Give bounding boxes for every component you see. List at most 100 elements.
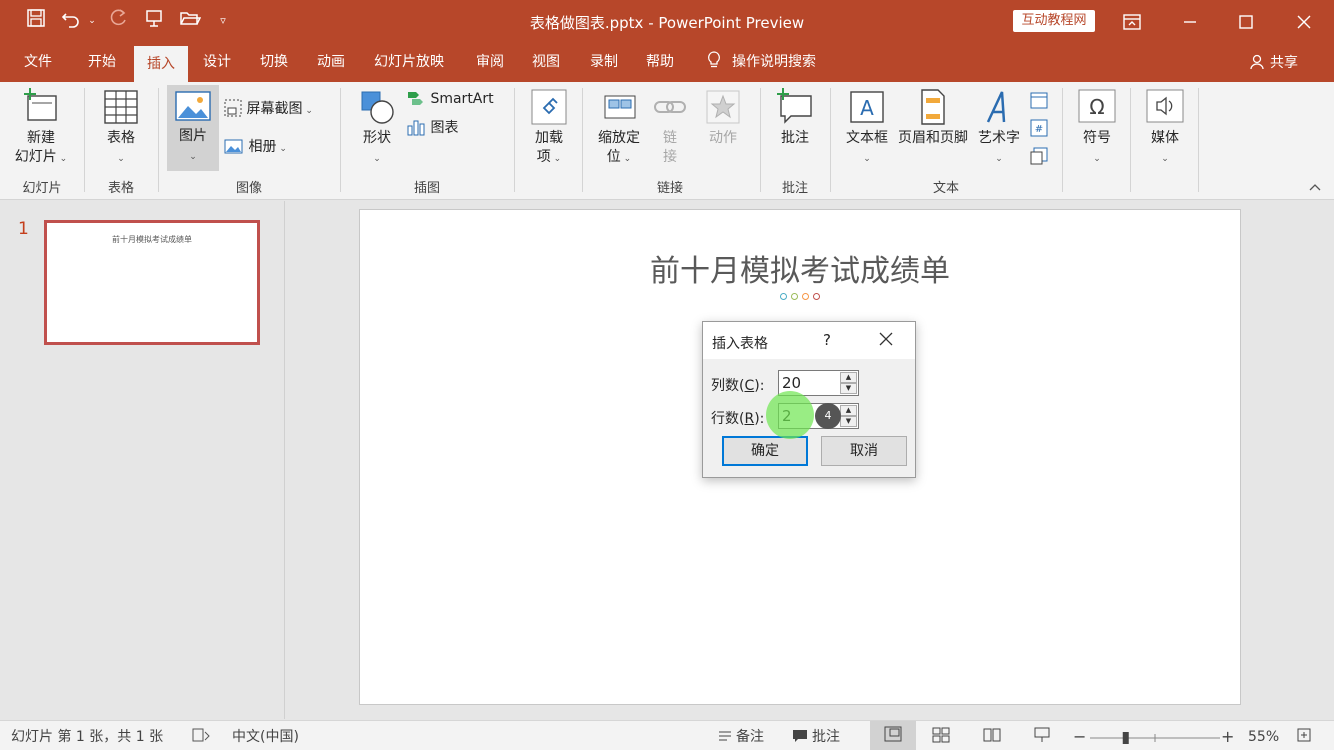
tab-view[interactable]: 视图 [519, 44, 573, 82]
screenshot-button[interactable]: 屏幕截图 ⌄ [224, 98, 313, 120]
ribbon-separator [514, 88, 515, 192]
ok-button[interactable]: 确定 [722, 436, 808, 466]
picture-button[interactable]: 图片 ⌄ [167, 85, 219, 171]
notes-button[interactable]: 备注 [718, 727, 764, 747]
textbox-button[interactable]: A 文本框 ⌄ [840, 88, 894, 169]
tell-me-search[interactable]: 操作说明搜索 [706, 44, 816, 82]
click-highlight [766, 391, 814, 439]
ribbon-separator [340, 88, 341, 192]
slide-thumbnail[interactable]: 前十月模拟考试成绩单 [44, 220, 260, 345]
tab-home[interactable]: 开始 [75, 44, 129, 82]
decoration-dot [791, 293, 798, 300]
zoom-level[interactable]: 55% [1248, 727, 1279, 747]
svg-text:#: # [1035, 124, 1043, 135]
slide-sorter-icon[interactable] [932, 727, 950, 747]
addins-label-1: 加载 [535, 130, 563, 146]
tab-review[interactable]: 审阅 [463, 44, 517, 82]
header-footer-icon [921, 89, 945, 125]
chevron-down-icon: ⌄ [302, 106, 313, 116]
screenshot-label: 屏幕截图 [246, 101, 303, 117]
chevron-down-icon: ⌄ [276, 144, 287, 154]
zoom-label-1: 缩放定 [598, 130, 640, 146]
shapes-button[interactable]: 形状 ⌄ [352, 88, 402, 169]
columns-down-icon[interactable]: ▼ [840, 383, 857, 394]
tab-transitions[interactable]: 切换 [247, 44, 301, 82]
date-time-icon[interactable] [1029, 90, 1049, 114]
slideshow-view-icon[interactable] [1033, 727, 1051, 747]
ribbon-separator [582, 88, 583, 192]
columns-label: 列数(C): [711, 375, 764, 395]
chart-icon [407, 120, 425, 136]
screenshot-icon [224, 99, 242, 117]
chart-button[interactable]: 图表 [406, 117, 458, 139]
ribbon-display-icon[interactable] [1104, 0, 1160, 44]
comments-button[interactable]: 批注 [792, 727, 840, 747]
close-icon[interactable] [877, 330, 895, 348]
normal-view-icon[interactable] [870, 721, 916, 750]
slide-number-icon[interactable]: # [1029, 118, 1049, 142]
tab-record[interactable]: 录制 [577, 44, 631, 82]
new-slide-label-2: 幻灯片 [14, 149, 57, 165]
textbox-icon: A [850, 91, 884, 123]
columns-value[interactable]: 20 [782, 374, 801, 392]
group-label-tables: 表格 [107, 181, 134, 196]
wordart-button[interactable]: 艺术字 ⌄ [974, 88, 1024, 169]
slide-title[interactable]: 前十月模拟考试成绩单 [360, 246, 1240, 290]
zoom-button[interactable]: 缩放定 位 ⌄ [592, 88, 646, 169]
tab-animations[interactable]: 动画 [304, 44, 358, 82]
tell-me-label: 操作说明搜索 [732, 54, 816, 70]
title-bar: ⌄ ▿ 表格做图表.pptx - PowerPoint Preview 互动教程… [0, 0, 1334, 44]
collapse-ribbon-icon[interactable] [1308, 180, 1322, 196]
chevron-down-icon: ⌄ [1161, 154, 1169, 164]
zoom-in-button[interactable]: + [1221, 727, 1234, 747]
tab-file[interactable]: 文件 [11, 44, 65, 82]
picture-icon [175, 91, 211, 121]
table-button[interactable]: 表格 ⌄ [92, 88, 150, 169]
tab-help[interactable]: 帮助 [633, 44, 687, 82]
zoom-out-button[interactable]: − [1073, 727, 1086, 747]
header-footer-button[interactable]: 页眉和页脚 [894, 88, 972, 148]
close-window-icon[interactable] [1276, 0, 1332, 44]
share-button[interactable]: 共享 [1250, 44, 1298, 82]
media-button[interactable]: 媒体 ⌄ [1140, 88, 1190, 169]
minimize-icon[interactable] [1162, 0, 1218, 44]
zoom-slider[interactable] [1090, 730, 1220, 744]
new-comment-button[interactable]: 批注 [770, 88, 820, 148]
photo-album-button[interactable]: 相册 ⌄ [224, 136, 287, 158]
cancel-button[interactable]: 取消 [821, 436, 907, 466]
rows-label: 行数(R): [711, 408, 764, 428]
symbols-button[interactable]: Ω 符号 ⌄ [1072, 88, 1122, 169]
svg-text:A: A [860, 96, 874, 120]
rows-down-icon[interactable]: ▼ [840, 416, 857, 427]
maximize-icon[interactable] [1218, 0, 1274, 44]
columns-up-icon[interactable]: ▲ [840, 372, 857, 383]
rows-up-icon[interactable]: ▲ [840, 405, 857, 416]
group-label-images: 图像 [235, 181, 262, 196]
svg-text:Ω: Ω [1089, 95, 1104, 119]
addins-button[interactable]: 加载 项 ⌄ [523, 88, 575, 169]
share-label: 共享 [1270, 55, 1298, 71]
language-indicator[interactable]: 中文(中国) [232, 727, 299, 747]
accessibility-icon[interactable] [192, 727, 210, 747]
lightbulb-icon [708, 51, 720, 68]
shapes-icon [361, 91, 394, 124]
tab-insert[interactable]: 插入 [134, 46, 188, 82]
chevron-down-icon: ⌄ [995, 154, 1003, 164]
reading-view-icon[interactable] [983, 727, 1001, 747]
object-icon[interactable] [1029, 146, 1049, 170]
media-label: 媒体 [1151, 130, 1179, 146]
rows-label-key: R [744, 411, 755, 427]
notes-icon [719, 731, 731, 741]
fit-to-window-icon[interactable] [1296, 727, 1312, 747]
zoom-slider-thumb[interactable] [1122, 732, 1129, 744]
header-footer-label: 页眉和页脚 [898, 130, 968, 146]
chevron-down-icon: ⌄ [373, 154, 381, 164]
tab-design[interactable]: 设计 [190, 44, 244, 82]
tab-slideshow[interactable]: 幻灯片放映 [361, 44, 457, 82]
help-button[interactable]: ? [823, 331, 831, 349]
new-slide-button[interactable]: 新建 幻灯片 ⌄ [8, 88, 74, 169]
zoom-icon [604, 95, 636, 119]
rows-label-post: ): [754, 411, 765, 427]
smartart-button[interactable]: SmartArt [406, 88, 494, 110]
person-icon [1250, 54, 1264, 70]
